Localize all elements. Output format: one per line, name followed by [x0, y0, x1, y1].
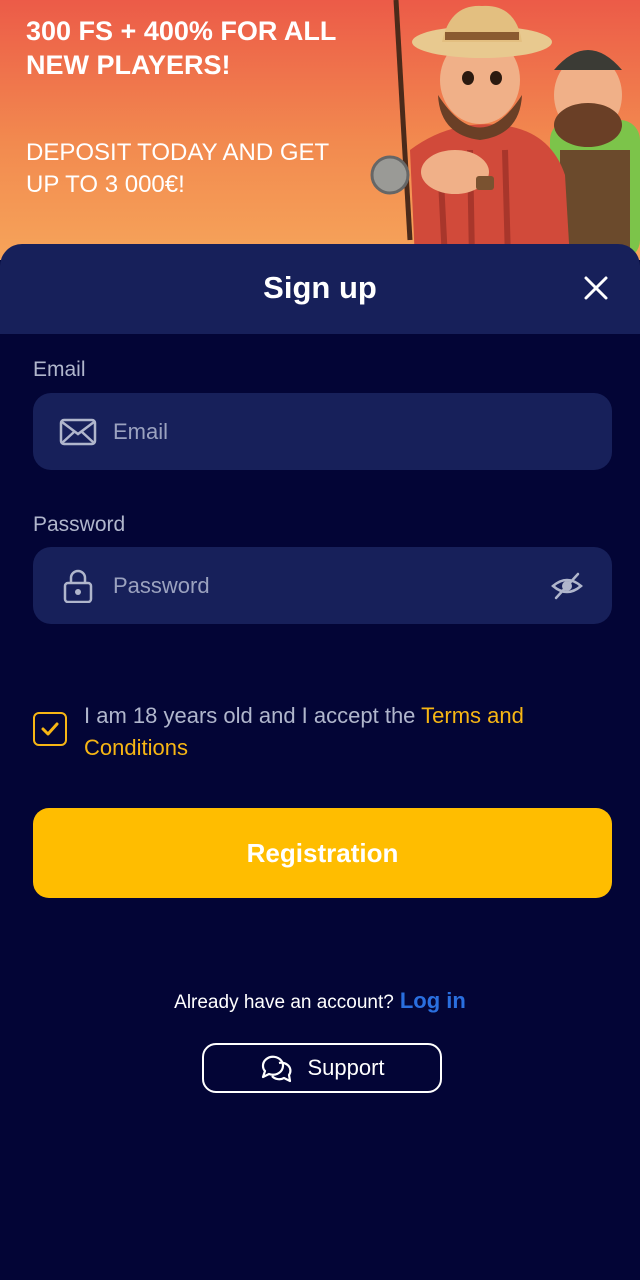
envelope-icon — [59, 418, 97, 446]
close-icon — [584, 276, 608, 300]
modal-header: Sign up — [0, 244, 640, 334]
close-button[interactable] — [576, 268, 616, 308]
terms-label: I am 18 years old and I accept the — [84, 703, 422, 728]
modal-title: Sign up — [263, 270, 377, 305]
email-field-wrapper[interactable] — [33, 393, 612, 470]
login-prompt: Already have an account? — [174, 992, 394, 1013]
email-label: Email — [33, 358, 86, 381]
support-label: Support — [307, 1055, 385, 1080]
registration-button[interactable]: Registration — [33, 808, 612, 898]
password-label: Password — [33, 513, 126, 536]
lock-icon — [63, 569, 93, 603]
promo-banner: 300 FS + 400% FOR ALL NEW PLAYERS! DEPOS… — [0, 0, 640, 260]
promo-subtext: DEPOSIT TODAY AND GET UP TO 3 000€! — [26, 139, 329, 198]
terms-text: I am 18 years old and I accept the Terms… — [84, 700, 584, 764]
chat-bubbles-icon — [262, 1055, 292, 1083]
terms-checkbox[interactable] — [33, 712, 67, 746]
fishermen-illustration — [370, 0, 640, 260]
email-field[interactable] — [111, 411, 535, 453]
login-row: Already have an account? Log in — [0, 986, 640, 1018]
password-field[interactable] — [111, 565, 535, 607]
promo-headline: 300 FS + 400% FOR ALL NEW PLAYERS! — [26, 16, 336, 80]
login-link[interactable]: Log in — [400, 988, 466, 1013]
eye-off-icon[interactable] — [550, 569, 584, 603]
password-field-wrapper[interactable] — [33, 547, 612, 624]
support-button[interactable]: Support — [202, 1043, 442, 1093]
checkmark-icon — [41, 722, 59, 736]
